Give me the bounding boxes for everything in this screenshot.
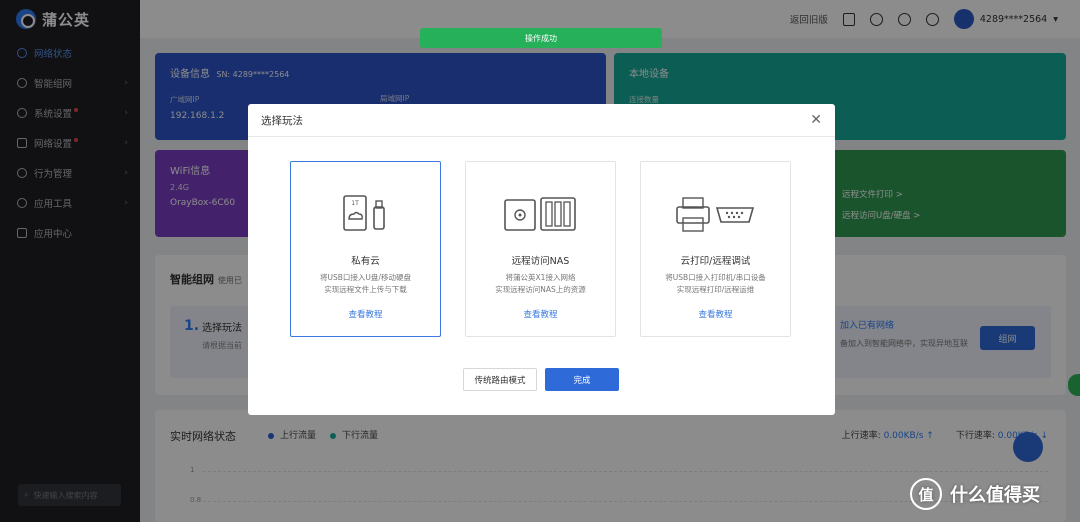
option-remote-nas[interactable]: 远程访问NAS 将蒲公英X1接入网络实现远程访问NAS上的资源 查看教程 xyxy=(465,161,616,337)
close-icon[interactable]: ✕ xyxy=(810,112,822,128)
watermark: 值 什么值得买 xyxy=(910,478,1040,510)
watermark-logo-icon: 值 xyxy=(910,478,942,510)
svg-text:1T: 1T xyxy=(351,200,359,207)
view-tutorial-link[interactable]: 查看教程 xyxy=(641,308,790,320)
view-tutorial-link[interactable]: 查看教程 xyxy=(291,308,440,320)
done-button[interactable]: 完成 xyxy=(545,368,619,391)
nas-icon xyxy=(466,184,615,244)
option-name: 云打印/远程调试 xyxy=(680,256,751,267)
printer-icon xyxy=(641,184,790,244)
option-name: 远程访问NAS xyxy=(511,256,570,267)
watermark-text: 什么值得买 xyxy=(950,485,1040,506)
success-toast: 操作成功 xyxy=(420,28,662,48)
option-private-cloud[interactable]: 1T 私有云 将USB口接入U盘/移动硬盘 实现远程文件上传与下载 查看教程 xyxy=(290,161,441,337)
cloud-drive-icon: 1T xyxy=(291,184,440,244)
dialog-title: 选择玩法 xyxy=(261,114,303,127)
legacy-router-mode-button[interactable]: 传统路由模式 xyxy=(463,368,537,391)
option-cloud-print[interactable]: 云打印/远程调试 将USB口接入打印机/串口设备 实现远程打印/远程运维 查看教程 xyxy=(640,161,791,337)
option-desc: 将USB口接入打印机/串口设备 xyxy=(665,273,766,282)
option-desc: 实现远程文件上传与下载 xyxy=(324,285,407,294)
view-tutorial-link[interactable]: 查看教程 xyxy=(466,308,615,320)
option-desc: 实现远程打印/远程运维 xyxy=(676,285,755,294)
option-name: 私有云 xyxy=(351,256,380,267)
option-desc: 将USB口接入U盘/移动硬盘 xyxy=(320,273,411,282)
option-desc: 实现远程访问NAS上的资源 xyxy=(495,285,586,294)
option-desc: 将蒲公英X1接入网络 xyxy=(505,273,576,282)
choose-mode-dialog: 选择玩法 ✕ 1T 私有云 将USB口接入U盘/移动硬盘 实现远程文件上传与下载 … xyxy=(248,104,835,415)
